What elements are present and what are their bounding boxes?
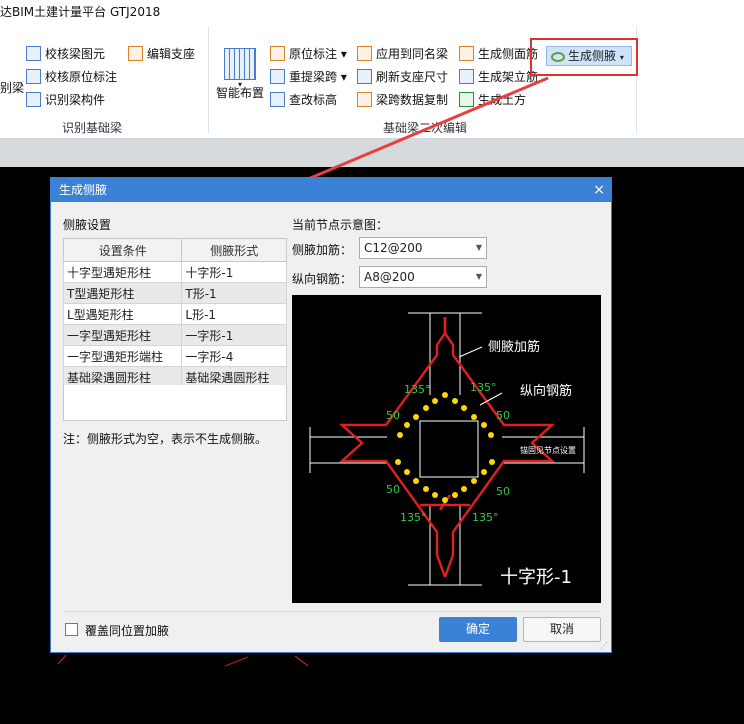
angle-label: 135°	[404, 383, 431, 396]
long-rebar-dots	[395, 392, 495, 503]
section-label: 侧腋设置	[63, 218, 112, 232]
divider	[63, 611, 601, 612]
node-diagram: 侧腋加筋 纵向钢筋 135° 135° 135° 135° 50 50 50 5…	[309, 312, 585, 588]
chevron-down-icon: ▼	[475, 272, 482, 281]
haunch-rebar-select[interactable]: C12@200 ▼	[359, 237, 487, 259]
cancel-button[interactable]: 取消	[523, 617, 601, 642]
overlay-checkbox-label[interactable]: 覆盖同位置加腋	[85, 622, 169, 639]
table-row[interactable]: 一字型遇矩形端柱 一字形-4	[62, 345, 287, 367]
dim-label: 50	[386, 483, 400, 496]
ok-button[interactable]: 确定	[439, 617, 517, 642]
node-preview: 侧腋加筋 纵向钢筋 135° 135° 135° 135° 50 50 50 5…	[292, 295, 601, 603]
overlay-checkbox[interactable]	[65, 623, 78, 636]
angle-label: 135°	[472, 511, 499, 524]
dim-label: 50	[386, 409, 400, 422]
dim-label: 50	[496, 485, 510, 498]
table-row[interactable]: 一字型遇矩形柱 一字形-1	[62, 324, 287, 346]
shape-name: 十字形-1	[500, 567, 572, 588]
angle-label: 135°	[470, 381, 497, 394]
long-rebar-callout: 纵向钢筋	[520, 383, 572, 399]
dialog-title: 生成侧腋	[59, 183, 108, 197]
long-rebar-select[interactable]: A8@200 ▼	[359, 266, 487, 288]
angle-label: 135°	[400, 511, 427, 524]
haunch-rebar-callout: 侧腋加筋	[488, 339, 540, 355]
column-header: 侧腋形式	[181, 238, 287, 262]
close-icon[interactable]: ×	[593, 178, 605, 202]
table-empty-area	[63, 385, 287, 421]
column-header: 设置条件	[62, 238, 183, 262]
anchor-note: 锚固见节点设置	[520, 445, 576, 455]
note-text: 注：侧腋形式为空，表示不生成侧腋。	[63, 432, 268, 446]
chevron-down-icon: ▼	[475, 243, 482, 252]
table-row[interactable]: L型遇矩形柱 L形-1	[62, 303, 287, 325]
haunch-rebar-label: 侧腋加筋：	[292, 243, 353, 257]
dialog-title-bar: 生成侧腋 ×	[51, 178, 611, 202]
preview-label: 当前节点示意图：	[292, 218, 389, 232]
long-rebar-label: 纵向钢筋：	[292, 272, 353, 286]
haunch-settings-table: 设置条件 侧腋形式 十字型遇矩形柱 十字形-1 T型遇矩形柱 T形-1 L型遇矩形柱…	[62, 238, 287, 388]
generate-haunch-dialog: 生成侧腋 × 侧腋设置 设置条件 侧腋形式 十字型遇矩形柱 十字形-1 T型遇矩形…	[50, 177, 612, 653]
table-row[interactable]: T型遇矩形柱 T形-1	[62, 282, 287, 304]
table-row[interactable]: 十字型遇矩形柱 十字形-1	[62, 261, 287, 283]
resize-grip-icon[interactable]: ⋰	[600, 641, 608, 650]
dim-label: 50	[496, 409, 510, 422]
callout-lines	[458, 346, 503, 406]
